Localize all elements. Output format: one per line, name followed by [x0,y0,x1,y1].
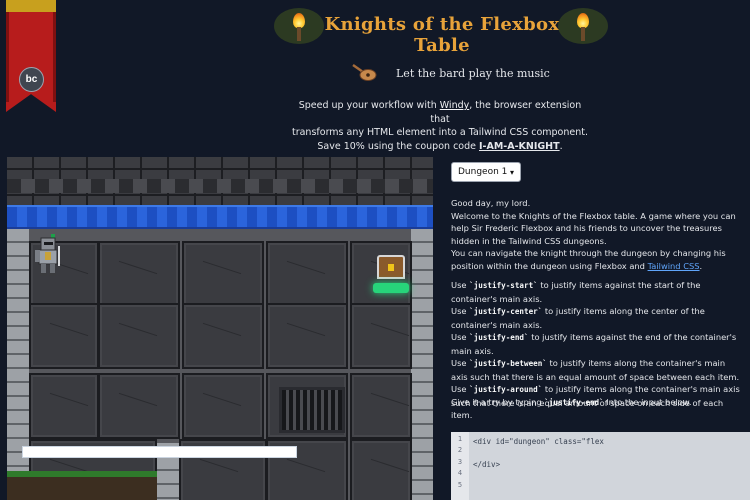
floor-tile [29,373,99,439]
treasure-chest-sprite [373,255,409,299]
dirt-patch [7,471,157,500]
floor-tile [350,439,412,500]
code-line: </div> [473,460,501,469]
floor-tile [182,303,264,369]
answer-input[interactable] [22,446,297,458]
intro-text: Good day, my lord. Welcome to the Knight… [451,197,741,272]
floor-tile [266,241,348,307]
bookmark-ribbon[interactable] [6,0,56,112]
floor-tile [29,303,99,369]
right-wall [411,229,433,500]
rule-item: Use `justify-center` to justify items al… [451,306,705,330]
rule-item: Use `justify-start` to justify items aga… [451,280,701,304]
floor-tile [182,241,264,307]
moat-water [7,205,433,229]
ribbon-edge-right [53,12,56,102]
rule-item: Use `justify-between` to justify items a… [451,358,740,382]
dungeon-top-wall [7,157,433,205]
torch-icon [558,8,608,44]
knight-sprite [35,234,60,276]
play-music-link[interactable]: Let the bard play the music [396,67,550,80]
windy-link[interactable]: Windy [440,100,470,111]
floor-tile [98,303,180,369]
floor-tile [98,241,180,307]
floor-tile [350,373,412,439]
level-select-value: Dungeon 1 [458,167,508,177]
chevron-down-icon: ▾ [509,167,514,177]
game-title: Knights of the Flexbox Table [324,14,560,56]
intro-paragraph: Welcome to the Knights of the Flexbox ta… [451,210,736,246]
rule-item: Use `justify-end` to justify items again… [451,332,737,356]
ribbon-clasp [6,0,56,12]
greeting: Good day, my lord. [451,198,531,208]
navigation-paragraph: You can navigate the knight through the … [451,248,726,271]
floor-tile [266,303,348,369]
line-number-gutter: 1 2 3 4 5 [451,432,469,500]
torch-icon [274,8,324,44]
left-wall [7,229,29,500]
coupon-code: I-AM-A-KNIGHT [479,140,560,152]
instruction-text: Give it a try by typing `justify-end` in… [451,397,692,407]
ribbon-edge-left [6,12,9,102]
tailwind-css-link[interactable]: Tailwind CSS [648,261,700,271]
bc-logo[interactable]: bc [19,67,44,92]
code-line: <div id="dungeon" class="flex [473,437,604,446]
floor-tile [98,373,180,439]
code-editor: 1 2 3 4 5 <div id="dungeon" class="flex … [451,432,750,500]
promo-text: Speed up your workflow with Windy, the b… [291,100,589,152]
lute-icon[interactable] [350,62,378,82]
floor-tile [182,373,264,439]
floor-grate [279,387,345,433]
level-select[interactable]: Dungeon 1 ▾ [451,162,521,182]
floor-tile [350,303,412,369]
